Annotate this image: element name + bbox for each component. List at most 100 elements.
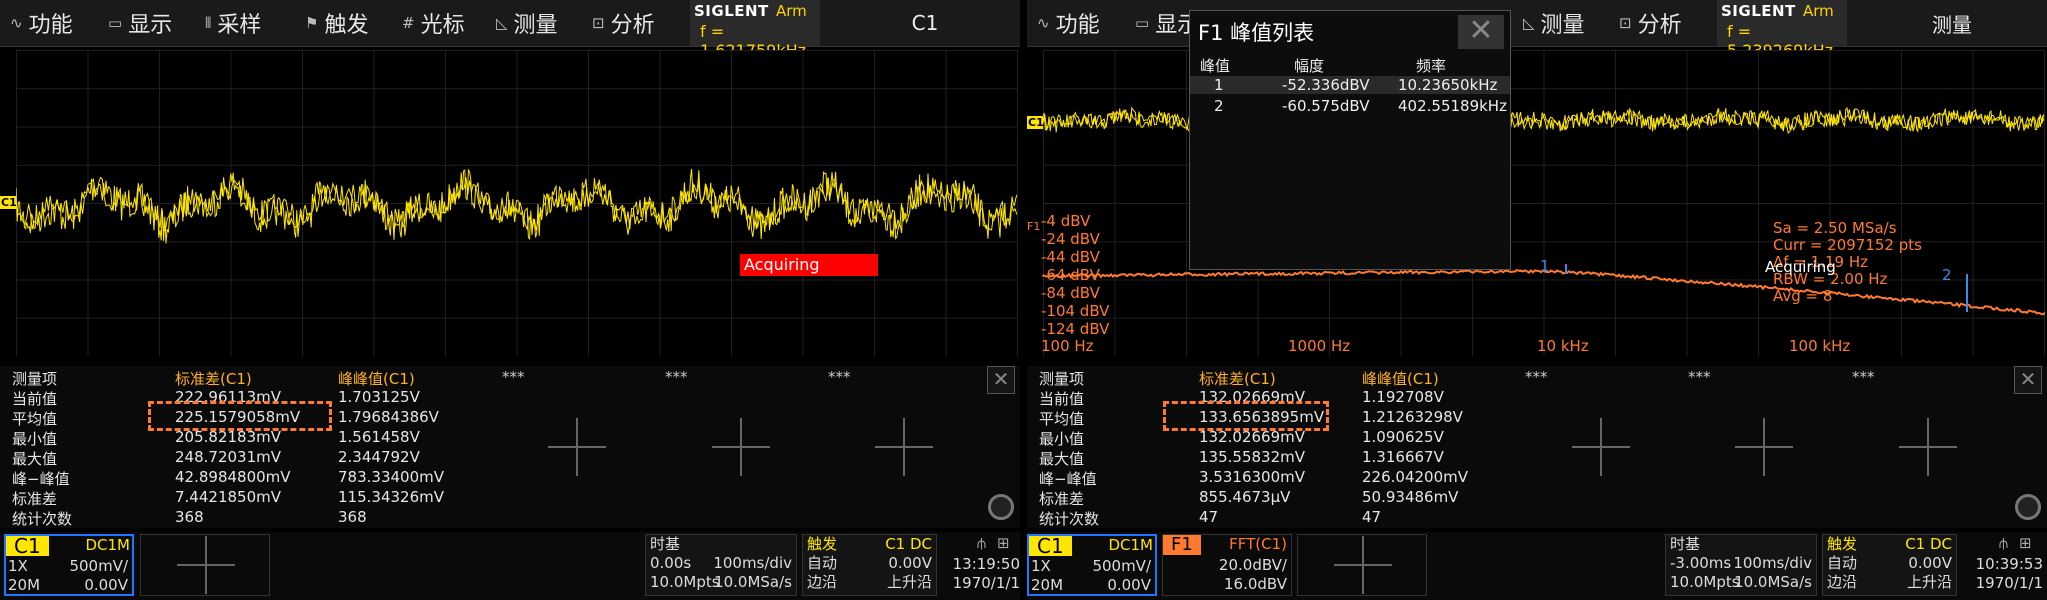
timebase-label: 时基 [650,535,681,553]
trigger-level: 0.00V [888,554,932,572]
memory-depth: 10.0Mpts [650,573,720,591]
network-icon: ⊞ [997,534,1010,552]
sample-rate: 10.0MSa/s [1734,573,1812,591]
peak-table-row[interactable]: 1 -52.336dBV 10.23650kHz [1190,76,1510,94]
add-measurement-slot[interactable] [1899,418,1957,476]
add-measurement-slot[interactable] [548,418,606,476]
fft-name: F1 [1163,535,1201,555]
menu-measure[interactable]: ◺ 测量 [1523,0,1585,46]
fft-acq-info: Curr = 2097152 pts [1773,236,1922,254]
sample-icon: ⫴ [205,14,212,32]
network-icon: ⊞ [2019,534,2032,552]
fft-hz-label: 100 Hz [1041,337,1094,355]
vertical-offset: 0.00V [1107,576,1151,594]
clock-box: ⫛ ⊞ 13:19:50 1970/1/1 [945,534,1020,596]
menu-analysis[interactable]: ⊡ 分析 [592,0,655,46]
trigger-slope: 上升沿 [1906,573,1952,591]
meas-pkpk-value: 368 [338,508,367,526]
add-measurement-slot[interactable] [712,418,770,476]
brand-status: SIGLENT Arm f = 5.239269kHz [1717,0,1847,60]
time-per-div: 100ms/div [713,554,792,572]
vertical-scale: 500mV/ [1092,557,1151,575]
menu-function[interactable]: ∿ 功能 [10,0,73,46]
add-measurement-slot[interactable] [875,418,933,476]
vertical-offset: 0.00V [84,576,128,594]
meas-header-empty: *** [828,368,851,386]
trigger-source: C1 DC [1905,535,1952,553]
menu-cursor[interactable]: # 光标 [402,0,465,46]
timebase-box[interactable]: 时基 -3.00ms 100ms/div 10.0Mpts 10.0MSa/s [1665,534,1817,596]
brand-name: SIGLENT [694,2,769,20]
trigger-type: 边沿 [807,573,838,591]
fft-acq-info: Sa = 2.50 MSa/s [1773,219,1897,237]
trigger-box[interactable]: 触发 C1 DC 自动 0.00V 边沿 上升沿 [1822,534,1957,596]
trigger-box[interactable]: 触发 C1 DC 自动 0.00V 边沿 上升沿 [802,534,937,596]
meas-stddev-value: 135.55832mV [1199,448,1305,466]
status-bar: C1 DC1M 1X 500mV/ 20M 0.00V F1 FFT(C1) 2… [1027,532,2047,600]
menu-trigger[interactable]: ⚑ 触发 [305,0,368,46]
reset-statistics-button[interactable] [2015,494,2041,520]
fft-db-label: -124 dBV [1041,320,1110,338]
peak-mark-2: 2 [1942,266,1952,284]
meas-row-label: 平均值 [1039,410,1085,428]
vertical-scale: 500mV/ [69,557,128,575]
trace-path [16,168,1018,244]
channel-title: 测量 [1932,12,1972,37]
fft-box[interactable]: F1 FFT(C1) 20.0dBV/ 16.0dBV [1162,534,1292,596]
run-state[interactable]: Arm [1803,2,1834,20]
meas-header-item: 测量项 [1039,370,1085,388]
menu-measure[interactable]: ◺ 测量 [496,0,558,46]
fft-hz-label: 10 kHz [1537,337,1589,355]
trigger-type: 边沿 [1827,573,1858,591]
peak-table-row[interactable]: 2 -60.575dBV 402.55189kHz [1190,97,1510,115]
trigger-label: 触发 [807,535,838,553]
highlight-box [148,401,332,431]
brand-status: SIGLENT Arm f = 1.621759kHz [690,0,820,60]
meas-pkpk-value: 47 [1362,508,1382,526]
add-measurement-slot[interactable] [1572,418,1630,476]
meas-header-empty: *** [1525,368,1548,386]
meas-pkpk-value: 115.34326mV [338,488,444,506]
menu-acquire[interactable]: ⫴ 采样 [205,0,261,46]
time-delay: -3.00ms [1670,554,1732,572]
channel-1-box[interactable]: C1 DC1M 1X 500mV/ 20M 0.00V [1027,534,1157,596]
menu-display[interactable]: ▭ 显示 [108,0,172,46]
meas-row-label: 最大值 [12,450,58,468]
menu-function[interactable]: ∿ 功能 [1037,0,1100,46]
fft-acq-info: Avg = 8 [1773,287,1833,305]
timebase-box[interactable]: 时基 0.00s 100ms/div 10.0Mpts 10.0MSa/s [645,534,797,596]
top-menu-bar: ∿功能 ▭显示 ◺测量 ⊡分析 SIGLENT Arm f = 5.239269… [1027,0,2047,60]
peak-list-title: F1 峰值列表 [1198,21,1315,45]
reset-statistics-button[interactable] [988,494,1014,520]
channel-1-box[interactable]: C1 DC1M 1X 500mV/ 20M 0.00V [4,534,134,596]
meas-header-empty: *** [1852,368,1875,386]
close-measurement-icon[interactable]: ✕ [2014,366,2042,394]
trigger-level: 0.00V [1908,554,1952,572]
fft-db-label: -4 dBV [1041,212,1091,230]
meas-row-label: 最小值 [12,430,58,448]
ruler-icon: ◺ [1523,14,1535,32]
fft-marker[interactable]: F1 [1027,220,1040,233]
menu-analysis[interactable]: ⊡ 分析 [1619,0,1682,46]
waveform-grid [16,50,1018,356]
meas-row-label: 当前值 [12,390,58,408]
fft-hz-label: 100 kHz [1789,337,1851,355]
clock-box: ⫛ ⊞ 10:39:53 1970/1/1 [1967,534,2045,596]
empty-channel-slot[interactable] [140,534,270,596]
meas-row-label: 峰−峰值 [12,470,70,488]
peak-table-header: 峰值 幅度 频率 [1200,57,1447,75]
trigger-slope: 上升沿 [886,573,932,591]
add-measurement-slot[interactable] [1735,418,1793,476]
meas-header-pkpk: 峰峰值(C1) [1362,370,1439,388]
trigger-label: 触发 [1827,535,1858,553]
top-menu-bar: ∿ 功能 ▭ 显示 ⫴ 采样 ⚑ 触发 # 光标 ◺ 测量 ⊡ 分析 SIGLENT Arm … [0,0,1020,60]
close-dialog-icon[interactable]: ✕ [1458,15,1504,49]
peak-mark-1: 1 [1540,257,1550,275]
empty-channel-slot[interactable] [1297,534,1427,596]
sample-rate: 10.0MSa/s [714,573,792,591]
run-state[interactable]: Arm [776,2,807,20]
meas-pkpk-value: 1.79684386V [338,408,439,426]
close-measurement-icon[interactable]: ✕ [987,366,1015,394]
fft-source: FFT(C1) [1229,535,1287,553]
meas-pkpk-value: 2.344792V [338,448,420,466]
